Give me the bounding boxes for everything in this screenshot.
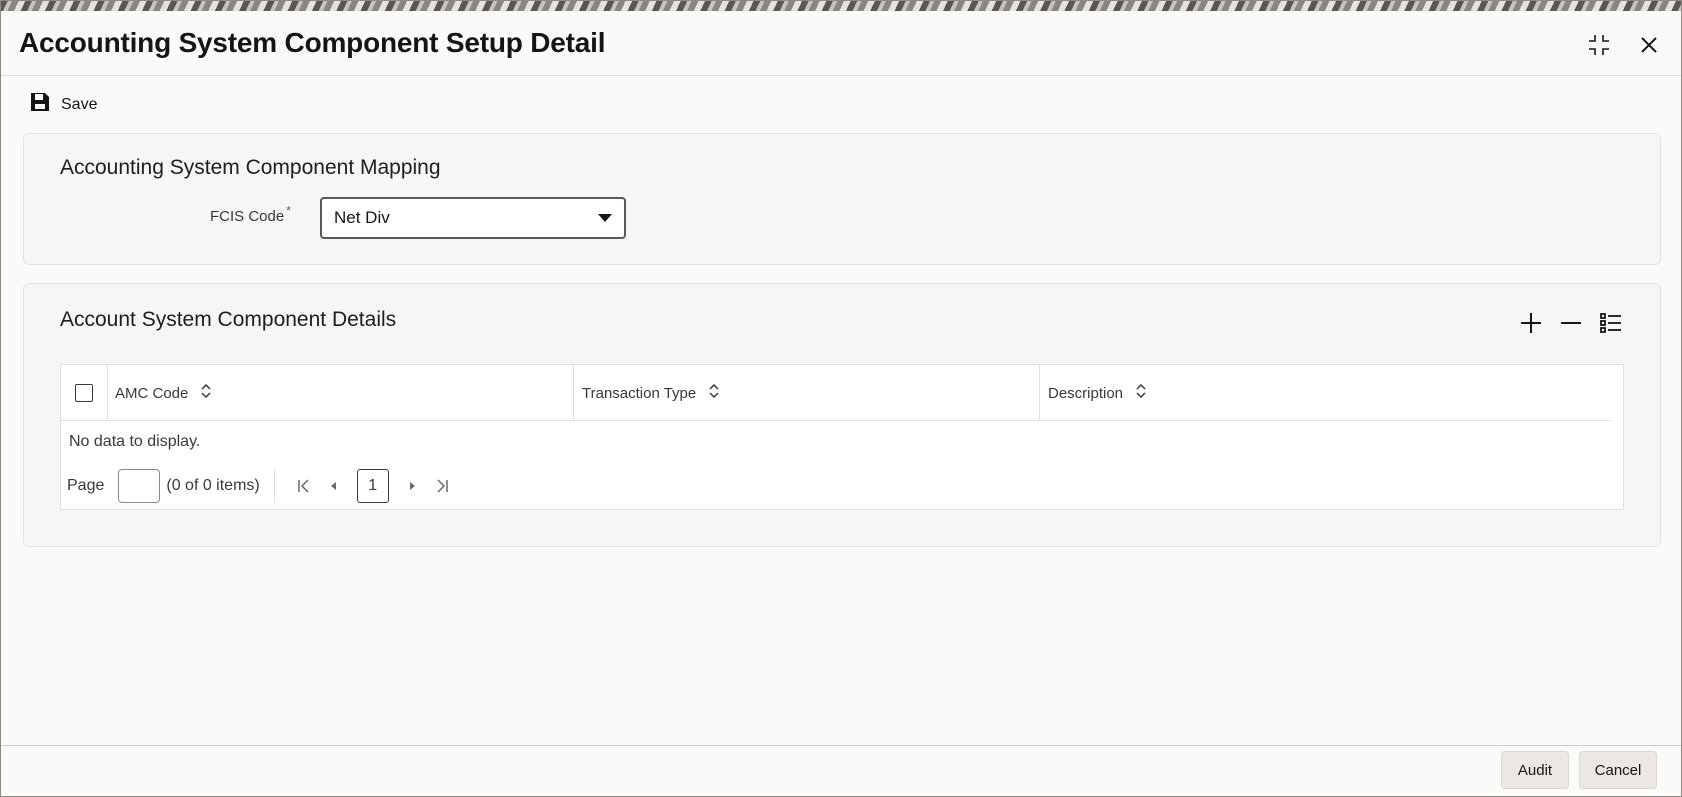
column-header-description[interactable]: Description (1048, 365, 1147, 421)
cancel-button[interactable]: Cancel (1579, 751, 1657, 789)
save-icon (29, 91, 51, 118)
save-button[interactable]: Save (29, 91, 97, 118)
column-header-label: Description (1048, 384, 1124, 402)
items-count: (0 of 0 items) (166, 477, 260, 494)
page-number-input[interactable] (118, 469, 161, 503)
column-separator (107, 365, 108, 421)
current-page-button[interactable]: 1 (356, 469, 389, 503)
empty-table-message: No data to display. (69, 433, 201, 450)
column-header-label: AMC Code (115, 384, 189, 402)
header-pattern-strip (1, 1, 1681, 11)
component-details-table: AMC Code Transaction Type Description No… (60, 364, 1624, 510)
minimize-icon[interactable] (1585, 31, 1613, 59)
sort-icon[interactable] (200, 383, 212, 402)
table-header: AMC Code Transaction Type Description (61, 365, 1611, 421)
grid-toolbar (1518, 310, 1624, 336)
close-icon[interactable] (1635, 31, 1663, 59)
column-list-icon[interactable] (1598, 310, 1624, 336)
sort-icon[interactable] (1135, 383, 1147, 402)
next-page-icon[interactable] (397, 469, 427, 503)
mapping-section-title: Accounting System Component Mapping (60, 156, 441, 179)
column-separator (1039, 365, 1040, 421)
add-row-icon[interactable] (1518, 310, 1544, 336)
pager-divider (273, 469, 275, 503)
fcis-code-label: FCIS Code (210, 208, 285, 225)
first-page-icon[interactable] (289, 469, 319, 503)
sort-icon[interactable] (708, 383, 720, 402)
fcis-code-value: Net Div (334, 208, 390, 227)
mapping-panel: Accounting System Component Mapping FCIS… (23, 133, 1661, 265)
last-page-icon[interactable] (427, 469, 457, 503)
column-header-label: Transaction Type (582, 384, 697, 402)
header-divider (1, 75, 1681, 76)
footer-divider (1, 745, 1681, 746)
audit-button[interactable]: Audit (1501, 751, 1569, 789)
required-indicator: * (286, 203, 292, 218)
column-header-transaction-type[interactable]: Transaction Type (582, 365, 720, 421)
pagination-bar: Page (0 of 0 items) 1 (67, 469, 457, 503)
chevron-down-icon (598, 214, 612, 222)
select-all-checkbox[interactable] (75, 384, 93, 402)
previous-page-icon[interactable] (319, 469, 349, 503)
details-panel: Account System Component Details AMC Cod… (23, 283, 1661, 547)
fcis-code-select[interactable]: Net Div (320, 197, 626, 239)
dialog-window: Accounting System Component Setup Detail… (0, 0, 1682, 797)
window-controls (1585, 31, 1663, 59)
footer-actions: Audit Cancel (1501, 751, 1657, 789)
details-section-title: Account System Component Details (60, 308, 397, 331)
page-label: Page (67, 477, 105, 494)
page-title: Accounting System Component Setup Detail (19, 27, 606, 58)
column-header-amc-code[interactable]: AMC Code (115, 365, 212, 421)
column-separator (573, 365, 574, 421)
save-label: Save (61, 95, 98, 113)
remove-row-icon[interactable] (1558, 310, 1584, 336)
